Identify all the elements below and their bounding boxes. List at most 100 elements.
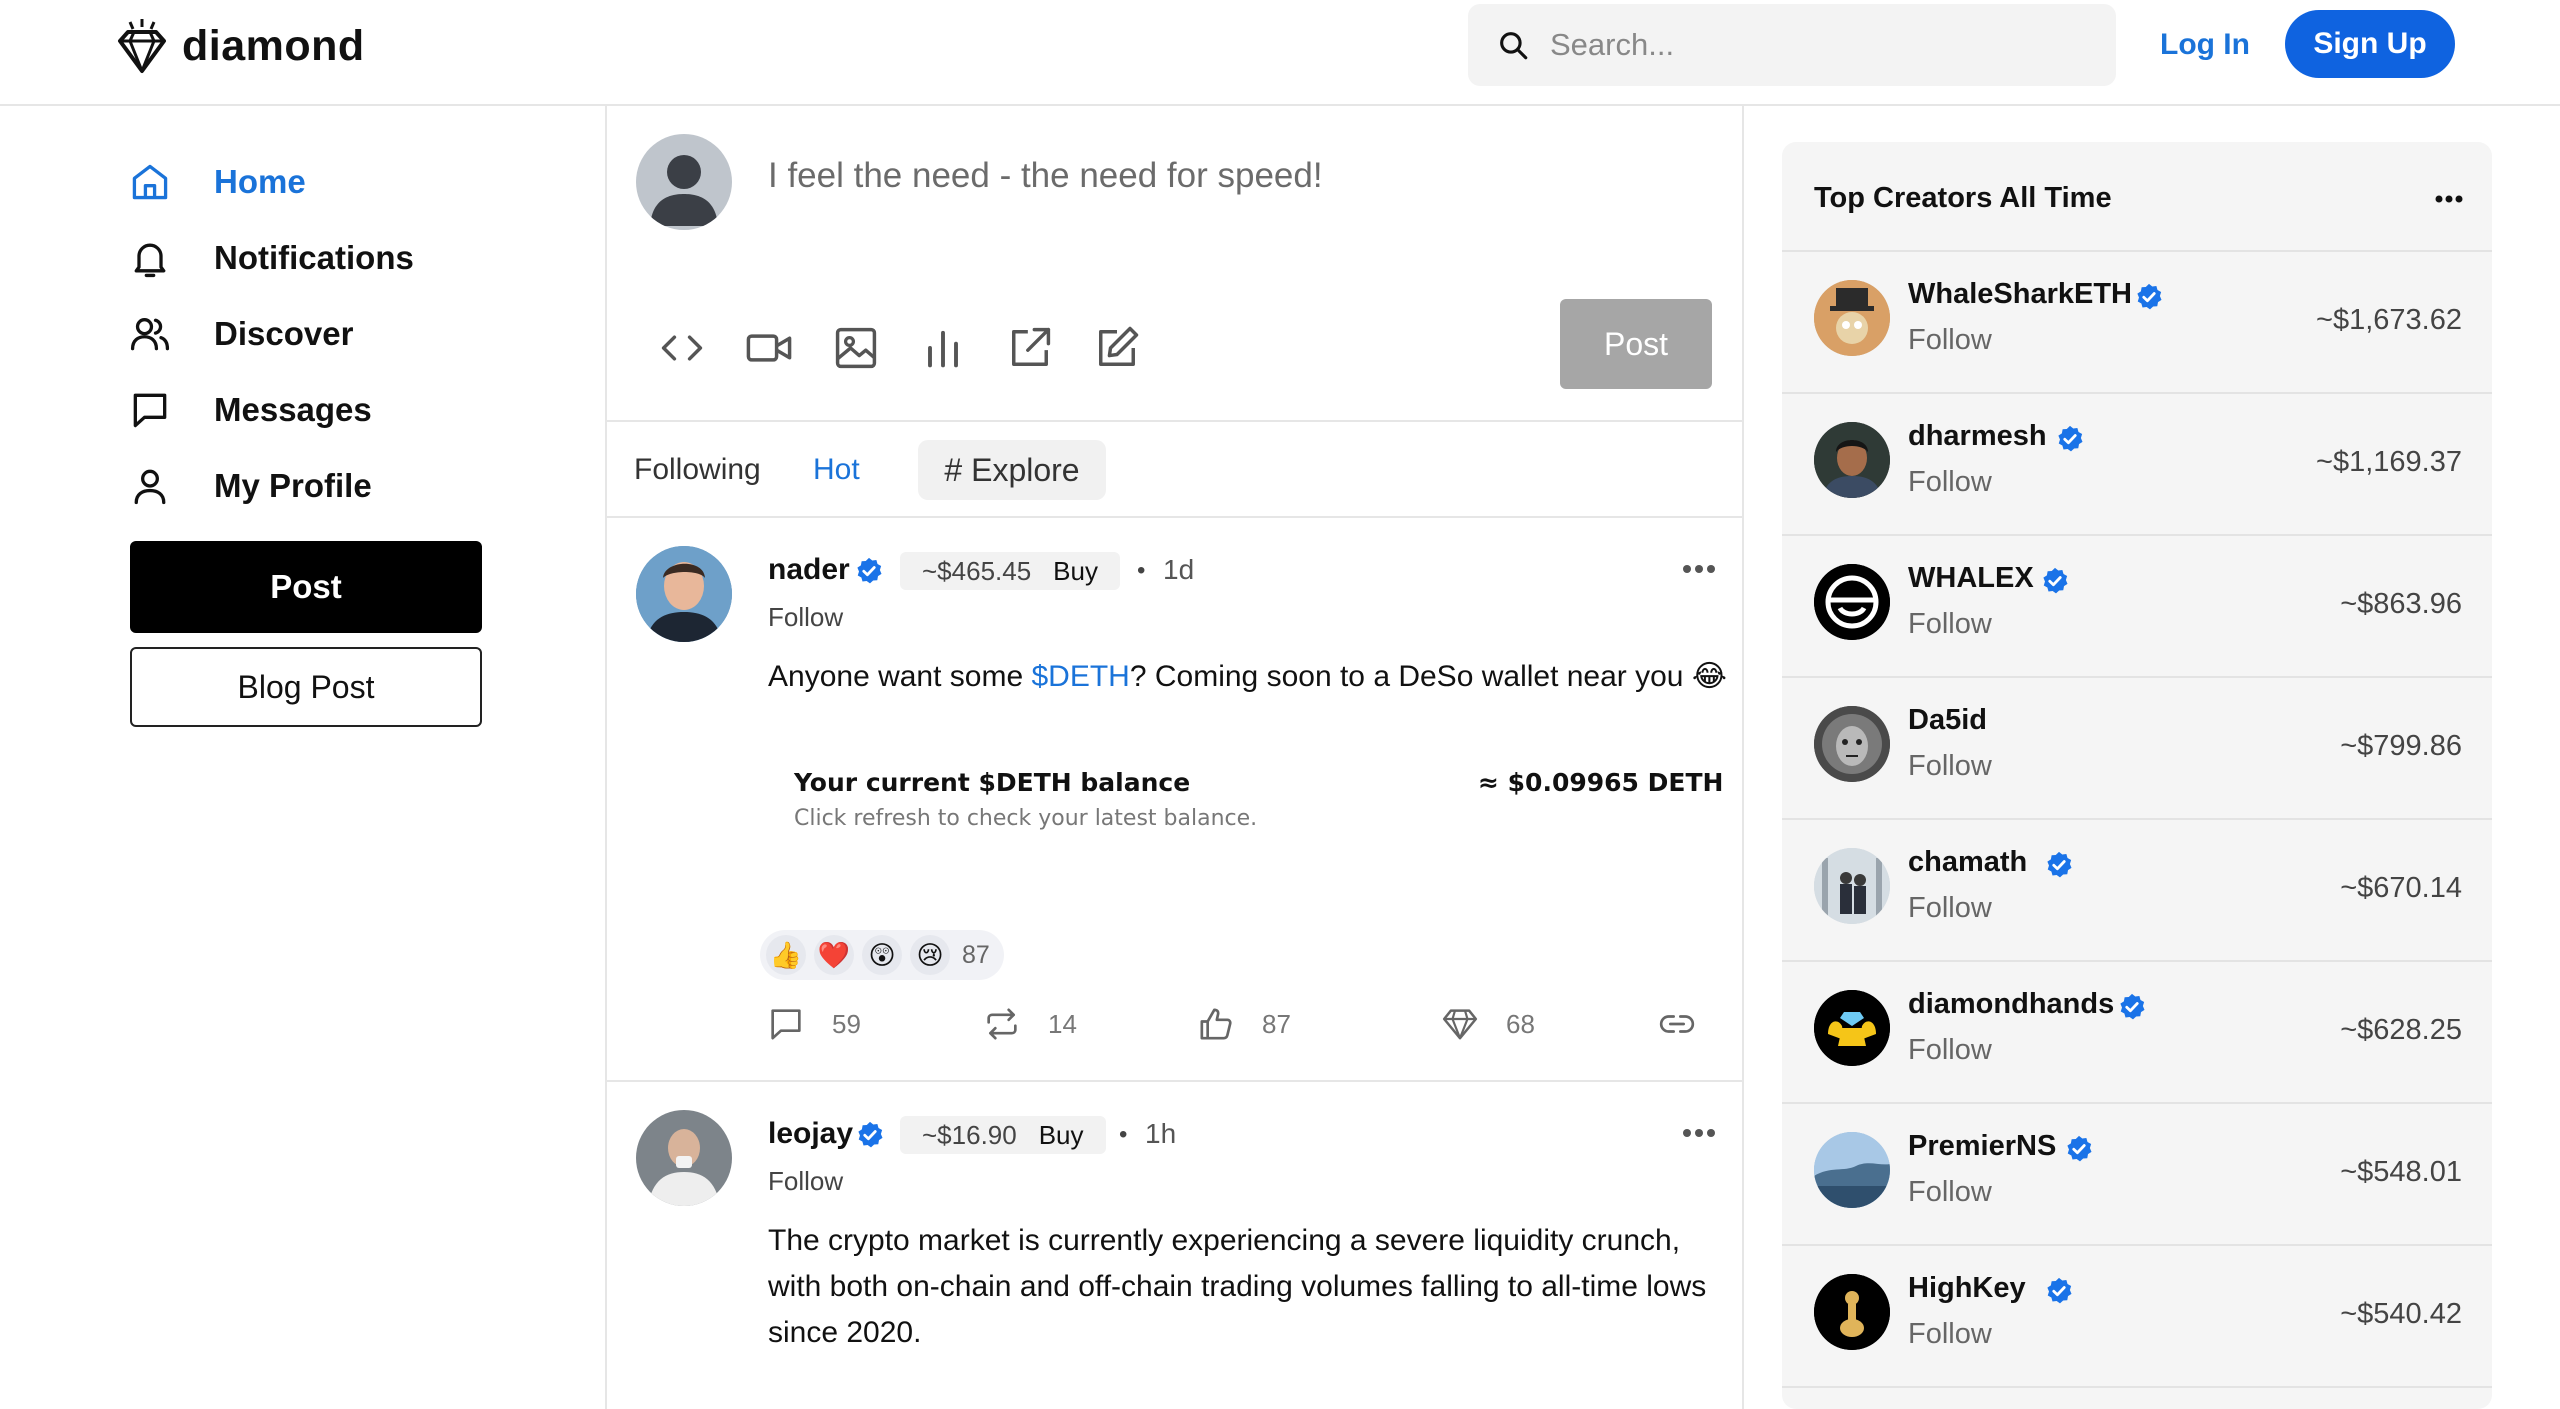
comment-button[interactable]: 59: [766, 1002, 861, 1046]
nav-label-messages: Messages: [214, 391, 372, 428]
creator-follow-button[interactable]: Follow: [1908, 892, 1992, 925]
creator-row[interactable]: HighKey Follow ~$540.42: [1782, 1246, 2492, 1388]
creator-coin-chip[interactable]: ~$16.90 Buy: [900, 1116, 1106, 1154]
nav-item-home[interactable]: Home: [128, 152, 306, 212]
blog-post-button[interactable]: Blog Post: [130, 647, 482, 727]
post-time: 1h: [1145, 1118, 1177, 1149]
creator-follow-button[interactable]: Follow: [1908, 750, 1992, 783]
reaction-summary[interactable]: 👍 ❤️ 😲 😢 87: [760, 930, 1004, 980]
post-follow-button[interactable]: Follow: [768, 1166, 843, 1197]
sidebar-post-button[interactable]: Post: [130, 541, 482, 633]
sad-reaction: 😢: [910, 935, 950, 975]
creator-follow-button[interactable]: Follow: [1908, 1318, 1992, 1351]
like-button[interactable]: 87: [1196, 1002, 1291, 1046]
creator-name[interactable]: PremierNS: [1908, 1130, 2056, 1163]
separator-dot: •: [1119, 1121, 1128, 1148]
composer-input[interactable]: [768, 156, 1648, 196]
nav-item-discover[interactable]: Discover: [128, 304, 353, 364]
creator-name[interactable]: dharmesh: [1908, 420, 2047, 453]
creator-follow-button[interactable]: Follow: [1908, 1034, 1992, 1067]
image-icon: [835, 327, 877, 369]
composer-post-button[interactable]: Post: [1560, 299, 1712, 389]
edit-icon: [1099, 326, 1139, 366]
message-icon: [133, 393, 167, 428]
copy-link-button[interactable]: [1657, 1002, 1697, 1046]
creator-follow-button[interactable]: Follow: [1908, 324, 1992, 357]
people-icon: [130, 318, 170, 351]
tab-hot[interactable]: Hot: [813, 440, 860, 500]
diamond-button[interactable]: 68: [1440, 1002, 1535, 1046]
creator-row[interactable]: diamondhands Follow ~$628.25: [1782, 962, 2492, 1104]
edit-tool[interactable]: [1091, 322, 1143, 374]
logo[interactable]: diamond: [116, 14, 365, 78]
creator-coin-chip[interactable]: ~$465.45 Buy: [900, 552, 1120, 590]
creator-row[interactable]: dharmesh Follow ~$1,169.37: [1782, 394, 2492, 536]
panel-title: Top Creators All Time: [1814, 182, 2112, 214]
creator-name[interactable]: chamath: [1908, 846, 2027, 879]
creator-name[interactable]: WhaleSharkETH: [1908, 278, 2132, 311]
nav-item-my-profile[interactable]: My Profile: [128, 456, 372, 516]
post-text: ? Coming soon to a DeSo wallet near you …: [1129, 660, 1727, 693]
creator-follow-button[interactable]: Follow: [1908, 1176, 1992, 1209]
top-creators-panel: Top Creators All Time WhaleSharkETH Foll…: [1782, 142, 2492, 1409]
creator-row[interactable]: WhaleSharkETH Follow ~$1,673.62: [1782, 252, 2492, 394]
signup-button[interactable]: Sign Up: [2285, 10, 2455, 78]
creator-avatar[interactable]: [1814, 1132, 1890, 1208]
balance-value: ≈ $0.09965 DETH: [1478, 768, 1724, 797]
nav-item-notifications[interactable]: Notifications: [128, 228, 414, 288]
poll-tool[interactable]: [917, 322, 969, 374]
creator-avatar[interactable]: [1814, 706, 1890, 782]
creator-avatar[interactable]: [1814, 422, 1890, 498]
video-tool[interactable]: [743, 322, 795, 374]
nav-label-home: Home: [214, 163, 306, 200]
buy-button[interactable]: Buy: [1053, 556, 1098, 587]
image-tool[interactable]: [830, 322, 882, 374]
post-username[interactable]: nader: [768, 553, 850, 587]
creator-row[interactable]: chamath Follow ~$670.14: [1782, 820, 2492, 962]
nav-item-messages[interactable]: Messages: [128, 380, 372, 440]
creator-avatar[interactable]: [1814, 280, 1890, 356]
code-tool[interactable]: [656, 322, 708, 374]
tab-explore[interactable]: # Explore: [918, 440, 1106, 500]
creator-name[interactable]: diamondhands: [1908, 988, 2114, 1021]
more-options-icon[interactable]: [2434, 192, 2464, 206]
post-username[interactable]: leojay: [768, 1117, 853, 1151]
balance-title: Your current $DETH balance: [794, 768, 1191, 797]
post-avatar[interactable]: [636, 1110, 732, 1206]
creator-name[interactable]: HighKey: [1908, 1272, 2026, 1305]
comment-count: 59: [832, 1008, 861, 1039]
search-bar[interactable]: [1468, 4, 2116, 86]
video-icon: [746, 334, 792, 362]
creator-follow-button[interactable]: Follow: [1908, 608, 1992, 641]
more-options-icon[interactable]: [1679, 559, 1719, 579]
comment-icon: [771, 1009, 801, 1040]
avatar-image-icon: [1814, 422, 1890, 498]
avatar-image-icon: [1814, 280, 1890, 356]
balance-subtitle: Click refresh to check your latest balan…: [794, 806, 1258, 831]
creator-avatar[interactable]: [1814, 1274, 1890, 1350]
post-follow-button[interactable]: Follow: [768, 602, 843, 633]
creator-avatar[interactable]: [1814, 990, 1890, 1066]
post-avatar[interactable]: [636, 546, 732, 642]
creator-avatar[interactable]: [1814, 564, 1890, 640]
creator-row[interactable]: PremierNS Follow ~$548.01: [1782, 1104, 2492, 1246]
creator-name[interactable]: WHALEX: [1908, 562, 2034, 595]
repost-button[interactable]: 14: [982, 1002, 1077, 1046]
buy-button[interactable]: Buy: [1039, 1120, 1084, 1151]
tab-following[interactable]: Following: [634, 440, 761, 500]
creator-row[interactable]: Da5id Follow ~$799.86: [1782, 678, 2492, 820]
creator-name[interactable]: Da5id: [1908, 704, 1987, 737]
cashtag-link[interactable]: $DETH: [1031, 660, 1129, 693]
avatar-image-icon: [1814, 1132, 1890, 1208]
more-options-icon[interactable]: [1679, 1123, 1719, 1143]
creator-coin-value: ~$799.86: [2340, 730, 2462, 762]
creator-coin-value: ~$540.42: [2340, 1298, 2462, 1330]
creator-row[interactable]: WHALEX Follow ~$863.96: [1782, 536, 2492, 678]
composer-divider: [607, 420, 1742, 422]
creator-follow-button[interactable]: Follow: [1908, 466, 1992, 499]
login-link[interactable]: Log In: [2160, 18, 2250, 72]
avatar-image-icon: [1814, 706, 1890, 782]
creator-avatar[interactable]: [1814, 848, 1890, 924]
embed-tool[interactable]: [1004, 322, 1056, 374]
search-input[interactable]: [1550, 27, 2090, 63]
